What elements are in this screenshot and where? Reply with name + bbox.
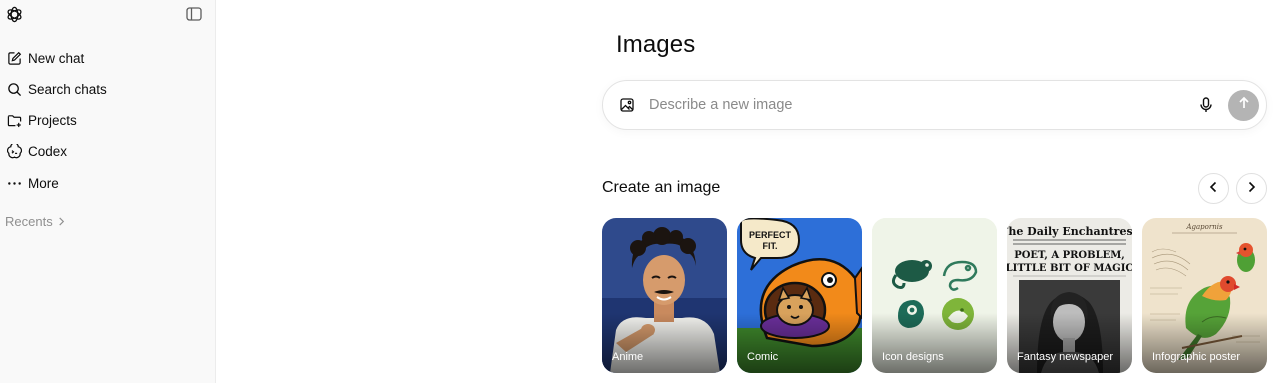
newspaper-headline-1: POET, A PROBLEM, bbox=[1014, 250, 1125, 261]
card-shade bbox=[737, 313, 862, 373]
poster-title: Agapornis bbox=[1185, 223, 1222, 231]
prompt-placeholder[interactable]: Describe a new image bbox=[649, 97, 792, 113]
card-label: Icon designs bbox=[882, 351, 944, 363]
carousel-next-button[interactable] bbox=[1236, 173, 1267, 204]
card-label: Anime bbox=[612, 351, 644, 363]
sidebar-item-search-chats[interactable]: Search chats bbox=[0, 75, 210, 103]
send-button[interactable] bbox=[1228, 90, 1259, 121]
style-card-infographic-poster[interactable]: Agapornis Infographic poster bbox=[1142, 218, 1267, 373]
style-card-fantasy-newspaper[interactable]: The Daily Enchantress POET, A PROBLEM, L… bbox=[1007, 218, 1132, 373]
image-icon[interactable] bbox=[619, 97, 637, 115]
card-shade bbox=[602, 313, 727, 373]
newspaper-masthead: The Daily Enchantress bbox=[1007, 225, 1132, 238]
sidebar-toggle-icon[interactable] bbox=[184, 5, 204, 23]
chevron-right-icon bbox=[58, 214, 65, 229]
comic-bubble-line1: PERFECT bbox=[749, 230, 792, 240]
sidebar-item-projects[interactable]: Projects bbox=[0, 106, 210, 134]
sidebar-item-label: Codex bbox=[28, 143, 68, 159]
page-title: Images bbox=[616, 31, 696, 58]
style-card-comic[interactable]: PERFECT FIT. Comic bbox=[737, 218, 862, 373]
section-title: Create an image bbox=[602, 179, 721, 196]
more-icon bbox=[6, 175, 22, 191]
recents-toggle[interactable]: Recents bbox=[5, 214, 65, 229]
card-label: Fantasy newspaper bbox=[1017, 351, 1113, 363]
carousel-prev-button[interactable] bbox=[1198, 173, 1229, 204]
search-icon bbox=[6, 81, 22, 97]
chevron-left-icon bbox=[1209, 180, 1218, 198]
card-label: Comic bbox=[747, 351, 779, 363]
edit-icon bbox=[6, 50, 22, 66]
comic-bubble-line2: FIT. bbox=[763, 241, 778, 251]
newspaper-headline-2: LITTLE BIT OF MAGIC bbox=[1007, 263, 1132, 274]
mic-icon[interactable] bbox=[1197, 96, 1217, 116]
card-shade bbox=[1007, 313, 1132, 373]
folder-icon bbox=[6, 112, 22, 128]
sidebar-item-more[interactable]: More bbox=[0, 169, 210, 197]
sidebar: New chat Search chats Projects Codex Mor… bbox=[0, 0, 216, 383]
card-shade bbox=[872, 313, 997, 373]
style-card-anime[interactable]: Anime bbox=[602, 218, 727, 373]
codex-icon bbox=[6, 143, 22, 159]
send-arrow-icon bbox=[1237, 96, 1251, 115]
image-prompt-box[interactable]: Describe a new image bbox=[602, 80, 1267, 130]
sidebar-item-label: Search chats bbox=[28, 81, 107, 97]
openai-logo-icon[interactable] bbox=[4, 4, 24, 24]
card-shade bbox=[1142, 313, 1267, 373]
sidebar-item-label: Projects bbox=[28, 112, 77, 128]
style-card-icon-designs[interactable]: Icon designs bbox=[872, 218, 997, 373]
sidebar-item-label: More bbox=[28, 175, 59, 191]
sidebar-item-label: New chat bbox=[28, 50, 85, 66]
chevron-right-icon bbox=[1247, 180, 1256, 198]
sidebar-item-codex[interactable]: Codex bbox=[0, 137, 210, 165]
sidebar-item-new-chat[interactable]: New chat bbox=[0, 44, 210, 72]
card-label: Infographic poster bbox=[1152, 351, 1241, 363]
recents-label: Recents bbox=[5, 214, 53, 229]
